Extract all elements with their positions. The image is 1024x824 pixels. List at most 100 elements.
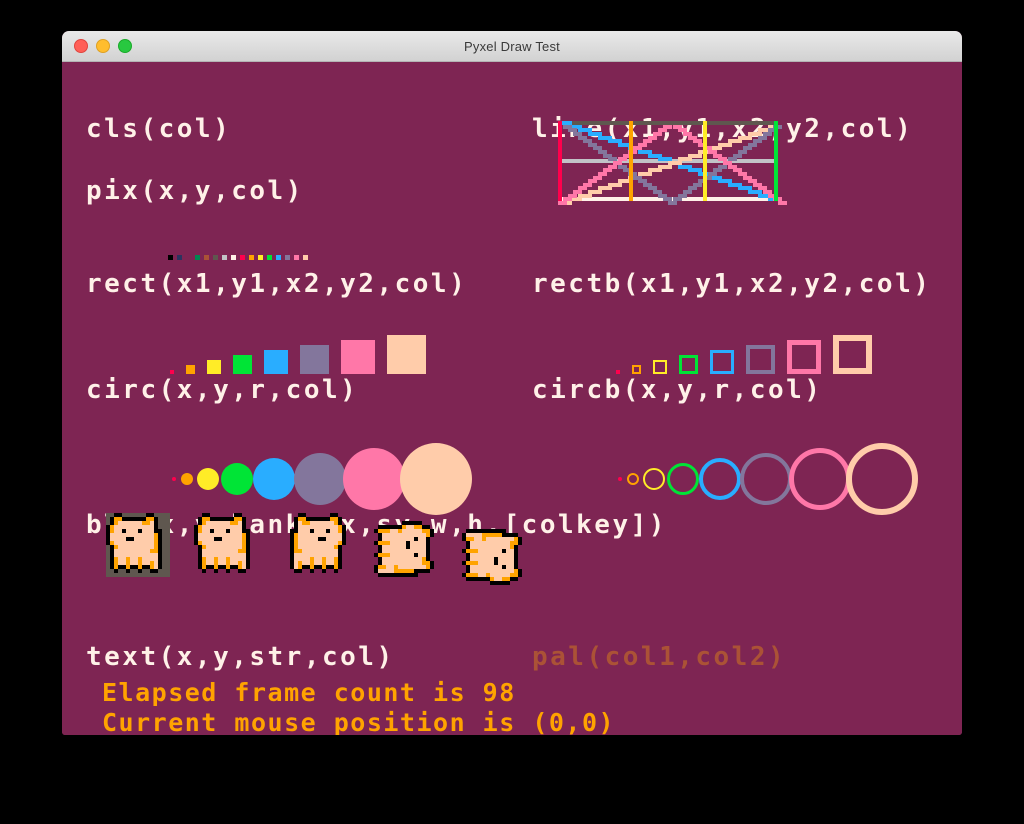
sprite-pixel xyxy=(470,545,474,549)
pix-dot xyxy=(276,255,281,260)
sprite-pixel xyxy=(498,561,502,565)
sprite-pixel xyxy=(470,557,474,561)
sprite-pixel xyxy=(510,545,514,549)
sprite-pixel xyxy=(482,529,486,533)
sprite-pixel xyxy=(502,565,506,569)
sprite-pixel xyxy=(478,561,482,565)
pix-dot xyxy=(249,255,254,260)
sprite-pixel xyxy=(506,569,510,573)
circb-swatch xyxy=(627,473,639,485)
sprite-pixel xyxy=(506,561,510,565)
sprite-pixel xyxy=(482,557,486,561)
sprite-pixel xyxy=(506,541,510,545)
status-line-mouse: Current mouse position is (0,0) xyxy=(102,708,616,735)
rect-swatch xyxy=(170,370,174,374)
pix-dot xyxy=(231,255,236,260)
sprite-pixel xyxy=(510,553,514,557)
line-vertical-twothird xyxy=(702,121,707,201)
sprite-pixel xyxy=(466,569,470,573)
line-diagonal-pink xyxy=(753,183,762,187)
sprite-pixel xyxy=(386,573,390,577)
sprite-pixel xyxy=(494,549,498,553)
sprite-pixel xyxy=(474,561,478,565)
pix-dot xyxy=(294,255,299,260)
maximize-button[interactable] xyxy=(118,39,132,53)
line-diagonal-pink xyxy=(723,161,732,165)
sprite-pixel xyxy=(490,569,494,573)
pix-dot xyxy=(303,255,308,260)
line-vertical-right xyxy=(774,121,778,201)
sprite-pixel xyxy=(202,569,206,573)
sprite-pixel xyxy=(494,557,498,561)
sprite-pixel xyxy=(470,537,474,541)
sprite-pixel xyxy=(518,569,522,573)
pix-dot xyxy=(267,255,272,260)
sprite-cat xyxy=(370,521,434,585)
circb-swatch xyxy=(789,448,851,510)
sprite-pixel xyxy=(510,569,514,573)
sprite-pixel xyxy=(462,533,466,537)
pix-dot xyxy=(177,255,182,260)
sprite-pixel xyxy=(514,569,518,573)
line-diagonal-pink xyxy=(608,165,617,169)
line-diagonal-indigo xyxy=(683,190,692,194)
sprite-pixel xyxy=(474,545,478,549)
minimize-button[interactable] xyxy=(96,39,110,53)
sprite-pixel xyxy=(470,529,474,533)
sprite-pixel xyxy=(514,541,518,545)
window-titlebar[interactable]: Pyxel Draw Test xyxy=(62,31,962,62)
sprite-pixel xyxy=(474,577,478,581)
sprite-pixel xyxy=(466,537,470,541)
sprite-pixel xyxy=(506,557,510,561)
line-diagonal-indigo xyxy=(733,154,742,158)
line-diagonal-indigo xyxy=(633,176,642,180)
sprite-pixel xyxy=(478,553,482,557)
sprite-pixel xyxy=(502,557,506,561)
line-diagonal-peach xyxy=(608,183,622,187)
sprite-pixel xyxy=(374,569,378,573)
window-controls[interactable] xyxy=(74,39,132,53)
sprite-pixel xyxy=(466,565,470,569)
sprite-pixel xyxy=(498,541,502,545)
sprite-pixel xyxy=(482,545,486,549)
sprite-pixel xyxy=(482,549,486,553)
sprite-pixel xyxy=(510,577,514,581)
sprite-pixel xyxy=(474,533,478,537)
sprite-pixel xyxy=(242,569,246,573)
line-diagonal-indigo xyxy=(738,150,747,154)
line-diagonal-indigo xyxy=(563,125,572,129)
line-diagonal-peach xyxy=(718,143,732,147)
sprite-pixel xyxy=(498,577,502,581)
sprite-pixel xyxy=(494,541,498,545)
sprite-pixel xyxy=(430,533,434,537)
sprite-pixel xyxy=(494,573,498,577)
sprite-pixel xyxy=(494,565,498,569)
sprite-cat xyxy=(282,513,346,577)
pix-dot xyxy=(204,255,209,260)
line-diagonal-pink xyxy=(708,150,717,154)
sprite-pixel xyxy=(510,533,514,537)
sprite-pixel xyxy=(486,529,490,533)
sprite-pixel xyxy=(406,573,410,577)
line-diagonal-pink xyxy=(638,143,647,147)
sprite-pixel xyxy=(482,569,486,573)
rect-swatch xyxy=(186,365,195,374)
line-diagonal-pink xyxy=(593,176,602,180)
sprite-pixel xyxy=(514,577,518,581)
close-button[interactable] xyxy=(74,39,88,53)
sprite-pixel xyxy=(374,541,378,545)
sprite-pixel xyxy=(478,533,482,537)
sprite-pixel xyxy=(510,565,514,569)
sprite-pixel xyxy=(478,557,482,561)
line-diagonal-pink xyxy=(583,183,592,187)
sprite-pixel xyxy=(502,569,506,573)
line-diagonal-indigo xyxy=(763,132,772,136)
pix-dot xyxy=(195,255,200,260)
sprite-pixel xyxy=(462,537,466,541)
sprite-pixel xyxy=(486,537,490,541)
pyxel-canvas[interactable]: cls(col) pix(x,y,col) line(x1,y1,x2,y2,c… xyxy=(62,62,962,735)
line-diagonal-pink xyxy=(568,194,577,198)
sprite-pixel xyxy=(510,549,514,553)
sprite-pixel xyxy=(470,549,474,553)
sprite-pixel xyxy=(482,573,486,577)
